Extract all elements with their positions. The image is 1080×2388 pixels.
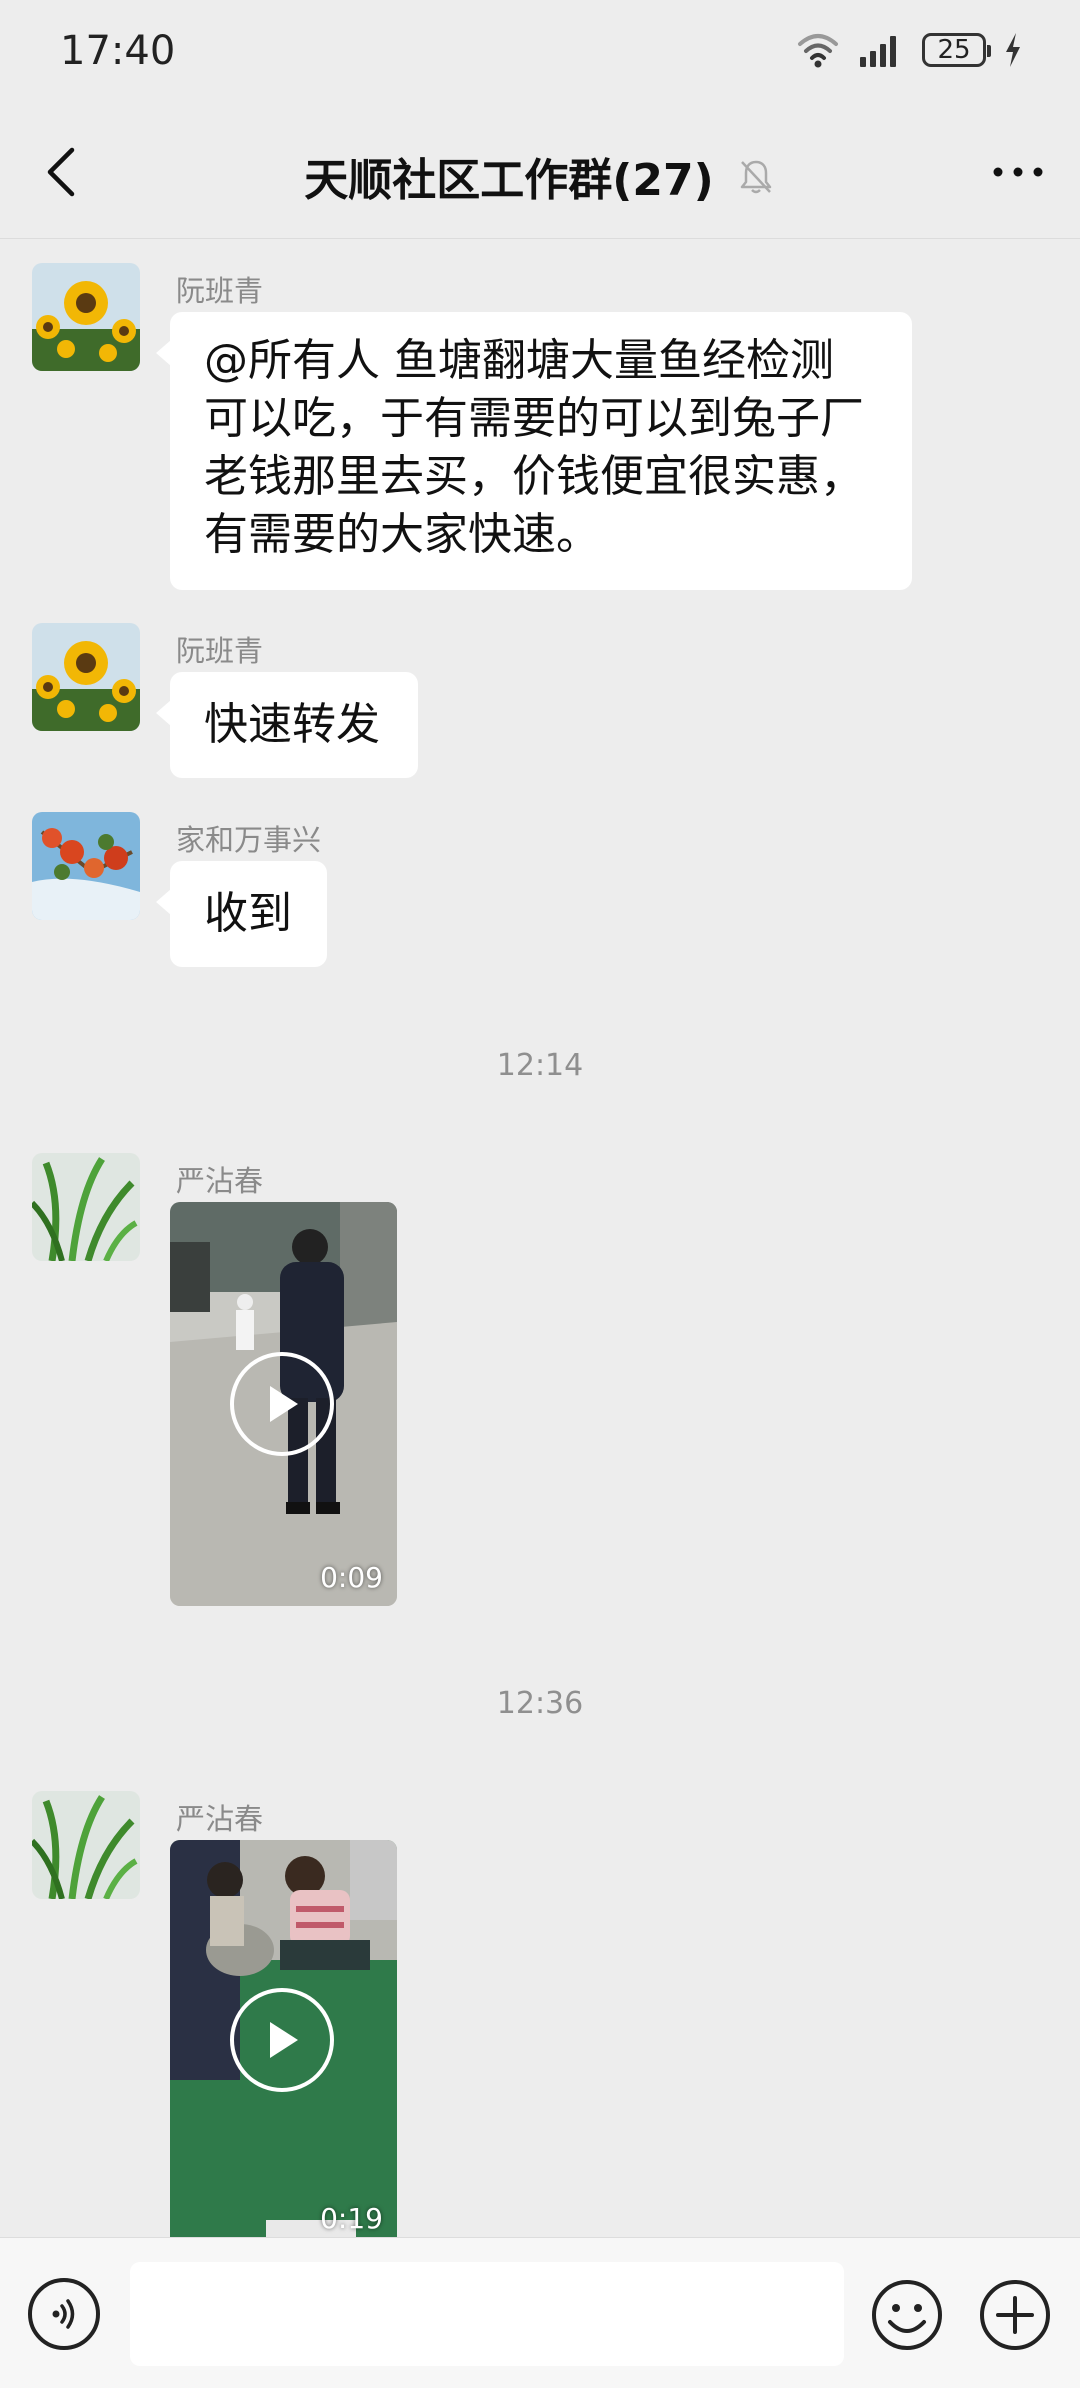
play-icon	[270, 2022, 298, 2058]
avatar[interactable]	[32, 263, 140, 371]
input-bar	[0, 2237, 1080, 2388]
message-input[interactable]	[130, 2262, 844, 2366]
message-bubble[interactable]: @所有人 鱼塘翻塘大量鱼经检测 可以吃，于有需要的可以到兔子厂 老钱那里去买，价…	[156, 312, 912, 590]
chat-title-area: 天顺社区工作群(27)	[0, 144, 1080, 208]
avatar[interactable]	[32, 623, 140, 731]
battery-level: 25	[937, 35, 971, 65]
message-line: 有需要的大家快速。	[204, 509, 600, 560]
avatar[interactable]	[32, 1153, 140, 1261]
status-icons: 25	[796, 32, 1022, 68]
message-line: 老钱那里去买，价钱便宜很实惠，	[204, 451, 864, 502]
more-dots-icon	[993, 167, 1043, 177]
video-duration: 0:09	[320, 1561, 383, 1594]
battery-icon: 25	[922, 33, 991, 67]
sender-name: 严沾春	[176, 1164, 264, 1198]
voice-button[interactable]	[28, 2278, 100, 2350]
plant-avatar-icon	[32, 1791, 140, 1899]
voice-icon	[52, 2299, 75, 2329]
play-button[interactable]	[230, 1352, 334, 1456]
timestamp: 12:14	[496, 1048, 584, 1083]
sender-name: 阮班青	[176, 634, 264, 668]
bell-off-icon	[740, 160, 771, 194]
signal-icon	[860, 36, 896, 67]
plus-icon	[980, 2280, 1050, 2350]
sunflower-avatar-icon	[32, 623, 140, 731]
avatar[interactable]	[32, 1791, 140, 1899]
message-bubble[interactable]: 收到	[156, 861, 327, 967]
sender-name: 严沾春	[176, 1802, 264, 1836]
emoji-button[interactable]	[870, 2278, 944, 2352]
flowers-avatar-icon	[32, 812, 140, 920]
video-duration: 0:19	[320, 2202, 383, 2235]
emoji-icon	[872, 2280, 942, 2350]
sunflower-avatar-icon	[32, 263, 140, 371]
status-bar: 17:40 25	[0, 0, 1080, 110]
chat-header: 天顺社区工作群(27)	[0, 110, 1080, 239]
avatar[interactable]	[32, 812, 140, 920]
sender-name: 家和万事兴	[176, 823, 322, 857]
message-bubble[interactable]: 快速转发	[156, 672, 418, 778]
wifi-icon	[798, 34, 838, 68]
plus-button[interactable]	[978, 2278, 1052, 2352]
play-button[interactable]	[230, 1988, 334, 2092]
sender-name: 阮班青	[176, 274, 264, 308]
more-button[interactable]	[986, 140, 1050, 204]
charging-icon	[1006, 33, 1020, 67]
plant-avatar-icon	[32, 1153, 140, 1261]
message-text: 快速转发	[204, 699, 380, 750]
status-time: 17:40	[60, 28, 176, 74]
timestamp: 12:36	[496, 1686, 584, 1721]
chat-title: 天顺社区工作群(27)	[304, 155, 714, 206]
message-line: 可以吃，于有需要的可以到兔子厂	[204, 393, 864, 444]
message-text: 收到	[204, 888, 292, 939]
video-message[interactable]: 0:09	[170, 1202, 397, 1606]
video-message[interactable]: 0:19	[170, 1840, 397, 2237]
play-icon	[270, 1386, 298, 1422]
message-line: @所有人 鱼塘翻塘大量鱼经检测	[204, 335, 834, 386]
